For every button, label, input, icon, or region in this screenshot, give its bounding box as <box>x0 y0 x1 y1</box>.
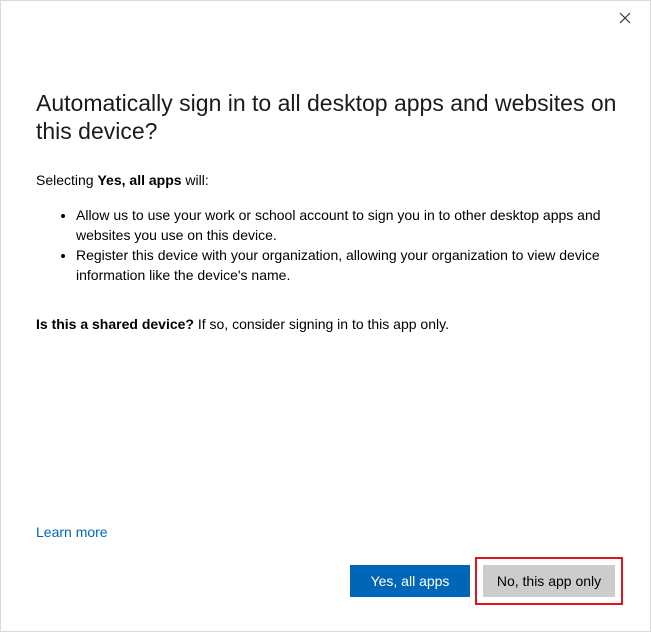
shared-device-question: Is this a shared device? <box>36 316 194 332</box>
sign-in-dialog: Automatically sign in to all desktop app… <box>0 0 651 632</box>
yes-all-apps-button[interactable]: Yes, all apps <box>350 565 470 597</box>
close-icon <box>619 12 631 24</box>
intro-suffix: will: <box>181 172 209 188</box>
list-item: Allow us to use your work or school acco… <box>76 205 636 245</box>
dialog-title: Automatically sign in to all desktop app… <box>36 90 617 144</box>
consequences-list: Allow us to use your work or school acco… <box>60 205 636 285</box>
learn-more-link[interactable]: Learn more <box>36 523 108 541</box>
intro-prefix: Selecting <box>36 172 98 188</box>
list-item: Register this device with your organizat… <box>76 245 636 285</box>
shared-device-text: Is this a shared device? If so, consider… <box>36 315 449 333</box>
shared-device-advice: If so, consider signing in to this app o… <box>193 316 449 332</box>
intro-bold: Yes, all apps <box>97 172 182 188</box>
intro-text: Selecting Yes, all apps will: <box>36 171 209 189</box>
close-button[interactable] <box>614 7 636 29</box>
no-this-app-only-button[interactable]: No, this app only <box>483 565 615 597</box>
